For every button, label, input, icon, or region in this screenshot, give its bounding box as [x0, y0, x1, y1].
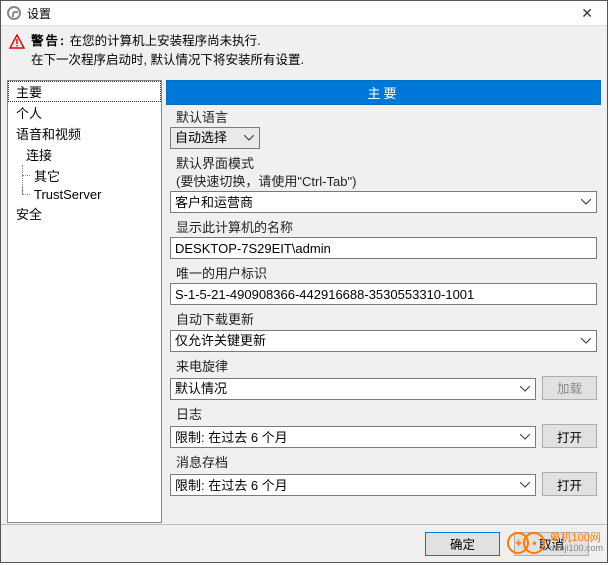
sidebar-item-trustserver[interactable]: TrustServer	[8, 186, 161, 203]
sidebar-item-connection[interactable]: 连接	[8, 144, 161, 165]
warning-icon	[9, 34, 25, 50]
computer-name-input[interactable]	[170, 237, 597, 259]
close-icon[interactable]: ✕	[573, 5, 601, 22]
archive-label: 消息存档	[170, 454, 597, 472]
sidebar-item-security[interactable]: 安全	[8, 203, 161, 224]
uid-input[interactable]	[170, 283, 597, 305]
sidebar-item-main[interactable]: 主要	[8, 81, 161, 102]
ring-select[interactable]: 默认情况	[170, 378, 536, 400]
uid-label: 唯一的用户标识	[170, 265, 597, 283]
titlebar: 设置 ✕	[1, 1, 607, 26]
sidebar: 主要 个人 语音和视频 连接 其它 TrustServer 安全	[7, 80, 162, 523]
name-label: 显示此计算机的名称	[170, 219, 597, 237]
archive-select[interactable]: 限制: 在过去 6 个月	[170, 474, 536, 496]
load-button[interactable]: 加载	[542, 376, 597, 400]
update-select[interactable]: 仅允许关键更新	[170, 330, 597, 352]
section-header: 主要	[166, 80, 601, 105]
lang-label: 默认语言	[170, 109, 597, 127]
log-open-button[interactable]: 打开	[542, 424, 597, 448]
sidebar-item-personal[interactable]: 个人	[8, 102, 161, 123]
mode-label: 默认界面模式(要快速切换，请使用"Ctrl-Tab")	[170, 155, 597, 191]
mode-select[interactable]: 客户和运营商	[170, 191, 597, 213]
lang-select[interactable]: 自动选择	[170, 127, 260, 149]
ok-button[interactable]: 确定	[425, 532, 500, 556]
app-icon	[7, 6, 21, 20]
warning-text: 警告: 在您的计算机上安装程序尚未执行. 在下一次程序启动时, 默认情况下将安装…	[31, 32, 304, 70]
window-title: 设置	[27, 5, 51, 22]
update-label: 自动下载更新	[170, 311, 597, 329]
log-select[interactable]: 限制: 在过去 6 个月	[170, 426, 536, 448]
sidebar-item-audio-video[interactable]: 语音和视频	[8, 123, 161, 144]
archive-open-button[interactable]: 打开	[542, 472, 597, 496]
ring-label: 来电旋律	[170, 358, 597, 376]
log-label: 日志	[170, 406, 597, 424]
sidebar-item-other[interactable]: 其它	[8, 165, 161, 186]
warning-banner: 警告: 在您的计算机上安装程序尚未执行. 在下一次程序启动时, 默认情况下将安装…	[1, 26, 607, 80]
footer: 确定 取消	[1, 524, 607, 562]
cancel-button[interactable]: 取消	[514, 532, 589, 556]
